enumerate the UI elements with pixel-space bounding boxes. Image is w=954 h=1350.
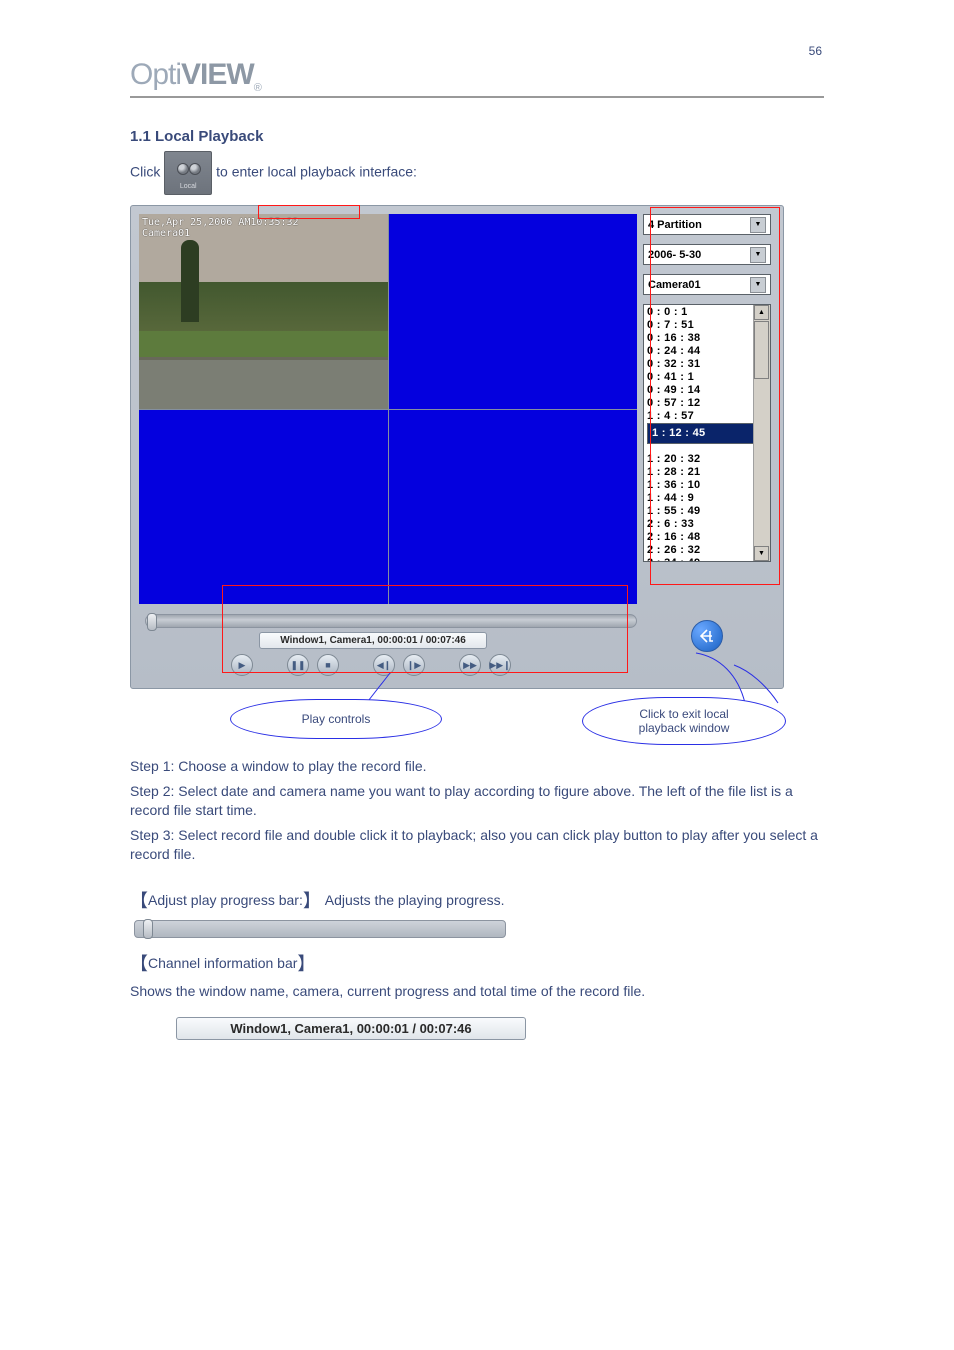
playback-controls: ▶ ❚❚ ■ ◀❙ ❙▶ ▶▶ ▶▶❙ — [231, 654, 511, 676]
video-grid: Tue,Apr 25,2006 AM10:35:32 Camera01 — [139, 214, 637, 604]
list-item[interactable]: 0 : 0 : 1 — [647, 306, 752, 319]
header-rule — [130, 96, 824, 98]
step-1-text: Step 1: Choose a window to play the reco… — [130, 757, 824, 776]
record-file-list[interactable]: 0 : 0 : 10 : 7 : 510 : 16 : 380 : 24 : 4… — [643, 304, 771, 562]
scroll-thumb[interactable] — [754, 321, 769, 379]
list-item[interactable]: 2 : 16 : 48 — [647, 531, 752, 544]
list-item[interactable]: 0 : 16 : 38 — [647, 332, 752, 345]
video-quadrant-3[interactable] — [139, 409, 388, 604]
list-item[interactable]: 0 : 32 : 31 — [647, 358, 752, 371]
local-icon-label: Local — [165, 182, 211, 191]
callout-text-line1: Click to exit local — [639, 707, 728, 721]
list-item[interactable]: 0 : 41 : 1 — [647, 371, 752, 384]
intro-text-click: Click — [130, 164, 160, 180]
pause-button[interactable]: ❚❚ — [287, 654, 309, 676]
right-panel: 4 Partition ▼ 2006- 5-30 ▼ Camera01 ▼ 0 … — [643, 214, 773, 562]
list-item[interactable]: 1 : 55 : 49 — [647, 505, 752, 518]
logo-part1: Opti — [130, 58, 181, 91]
channel-info-section: 【Channel information bar】 — [130, 952, 824, 976]
list-item[interactable]: 2 : 26 : 32 — [647, 544, 752, 557]
partition-select[interactable]: 4 Partition ▼ — [643, 214, 771, 235]
video-overlay-text: Tue,Apr 25,2006 AM10:35:32 Camera01 — [142, 217, 299, 239]
video-quadrant-4[interactable] — [388, 409, 637, 604]
player-window-wrap: Tue,Apr 25,2006 AM10:35:32 Camera01 4 Pa… — [130, 205, 784, 689]
list-item[interactable]: 0 : 24 : 44 — [647, 345, 752, 358]
brand-logo: OptiVIEW® — [130, 58, 824, 94]
section-title-local-playback: 1.1 Local Playback — [130, 128, 824, 145]
step-3-text: Step 3: Select record file and double cl… — [130, 826, 824, 864]
scroll-down-button[interactable]: ▼ — [754, 546, 769, 561]
progress-handle[interactable] — [147, 613, 157, 631]
video-quadrant-1[interactable]: Tue,Apr 25,2006 AM10:35:32 Camera01 — [139, 214, 388, 409]
scrollbar[interactable]: ▲ ▼ — [753, 305, 770, 561]
list-item[interactable]: 0 : 49 : 14 — [647, 384, 752, 397]
skip-forward-button[interactable]: ▶▶❙ — [489, 654, 511, 676]
scroll-up-button[interactable]: ▲ — [754, 305, 769, 320]
intro-text-rest: to enter local playback interface: — [216, 164, 417, 180]
local-playback-window: Tue,Apr 25,2006 AM10:35:32 Camera01 4 Pa… — [130, 205, 784, 689]
channel-info-label: Channel information bar — [148, 955, 297, 971]
list-item[interactable]: 1 : 44 : 9 — [647, 492, 752, 505]
callout-text-line2: playback window — [639, 721, 730, 735]
play-button[interactable]: ▶ — [231, 654, 253, 676]
progress-track[interactable] — [145, 614, 637, 628]
logo-part2: VIEW — [181, 58, 254, 91]
logo-mark: ® — [254, 82, 261, 94]
date-select-value: 2006- 5-30 — [648, 249, 701, 261]
local-playback-icon[interactable]: Local — [164, 151, 212, 195]
adjust-bar-section: 【Adjust play progress bar:】 Adjusts the … — [130, 889, 824, 913]
stop-button[interactable]: ■ — [317, 654, 339, 676]
exit-icon — [700, 629, 714, 643]
channel-info-bar-illustration: Window1, Camera1, 00:00:01 / 00:07:46 — [176, 1017, 526, 1040]
adjust-bar-desc: Adjusts the playing progress. — [325, 892, 505, 908]
channel-info-desc: Shows the window name, camera, current p… — [130, 982, 824, 1001]
callout-text: Play controls — [302, 712, 371, 726]
camera-select[interactable]: Camera01 ▼ — [643, 274, 771, 295]
list-item[interactable]: 0 : 57 : 12 — [647, 397, 752, 410]
list-item[interactable]: 1 : 28 : 21 — [647, 466, 752, 479]
list-item[interactable]: 1 : 36 : 10 — [647, 479, 752, 492]
partition-select-value: 4 Partition — [648, 219, 702, 231]
video-quadrant-2[interactable] — [388, 214, 637, 409]
exit-button[interactable] — [691, 620, 723, 652]
date-select[interactable]: 2006- 5-30 ▼ — [643, 244, 771, 265]
dropdown-arrow-icon: ▼ — [750, 277, 766, 293]
page-number: 56 — [809, 44, 822, 58]
callout-exit: Click to exit local playback window — [582, 697, 786, 745]
list-item[interactable]: 0 : 7 : 51 — [647, 319, 752, 332]
dropdown-arrow-icon: ▼ — [750, 217, 766, 233]
callout-play-controls: Play controls — [230, 699, 442, 739]
channel-info-bar: Window1, Camera1, 00:00:01 / 00:07:46 — [259, 632, 487, 649]
camera-select-value: Camera01 — [648, 279, 701, 291]
step-back-button[interactable]: ◀❙ — [373, 654, 395, 676]
list-item[interactable]: 2 : 34 : 49 — [647, 557, 752, 562]
step-forward-button[interactable]: ❙▶ — [403, 654, 425, 676]
list-item[interactable]: 1 : 20 : 32 — [647, 453, 752, 466]
fast-forward-button[interactable]: ▶▶ — [459, 654, 481, 676]
list-item[interactable]: 2 : 6 : 33 — [647, 518, 752, 531]
adjust-bar-label: Adjust play progress bar: — [148, 892, 303, 908]
list-item[interactable]: 1 : 4 : 57 — [647, 410, 752, 423]
step-2-text: Step 2: Select date and camera name you … — [130, 782, 824, 820]
progress-bar-illustration — [134, 920, 506, 938]
progress-handle — [143, 919, 153, 939]
intro-paragraph: Click Local to enter local playback inte… — [130, 151, 824, 195]
dropdown-arrow-icon: ▼ — [750, 247, 766, 263]
